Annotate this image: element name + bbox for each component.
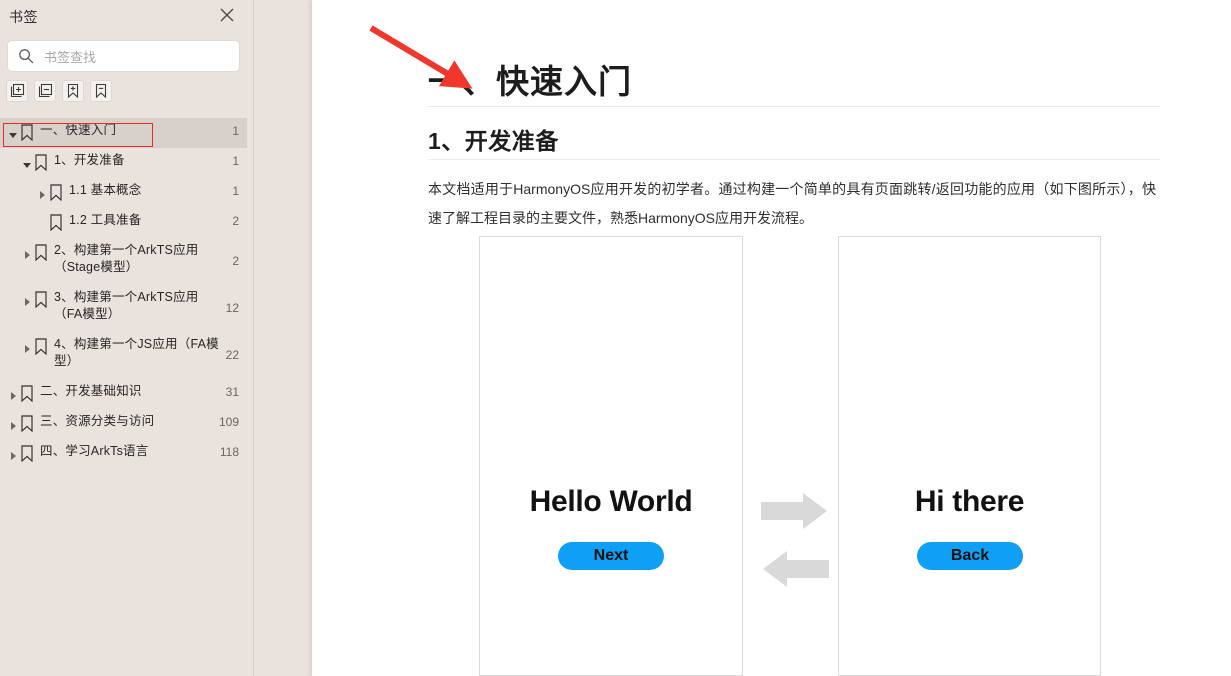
bookmark-tree-item[interactable]: 三、资源分类与访问 109: [0, 409, 247, 439]
heading1-rule: [428, 106, 1160, 107]
heading2-rule: [428, 159, 1160, 160]
panel-title: 书签: [9, 9, 38, 25]
next-button[interactable]: Next: [558, 542, 664, 570]
chevron-right-icon[interactable]: [22, 341, 32, 353]
bookmark-page-number: 2: [232, 214, 239, 228]
bookmark-page-number: 1: [232, 124, 239, 138]
figure-transition-arrows: [755, 488, 835, 598]
bookmark-icon: [20, 385, 34, 403]
bookmark-tree-item[interactable]: 3、构建第一个ArkTS应用（FA模型） 12: [0, 285, 247, 332]
bookmark-item-label: 1.1 基本概念: [69, 183, 142, 197]
chevron-right-icon[interactable]: [8, 388, 18, 400]
bookmark-item-label: 一、快速入门: [40, 123, 117, 137]
bookmark-tree-item[interactable]: 4、构建第一个JS应用（FA模型） 22: [0, 332, 247, 379]
bookmark-page-number: 1: [232, 154, 239, 168]
bookmark-tree-item[interactable]: 一、快速入门 1: [0, 118, 247, 148]
bookmark-tree-item[interactable]: 1.2 工具准备 2: [0, 208, 247, 238]
bookmark-toolbar: [6, 80, 246, 104]
bookmark-icon: [34, 338, 48, 356]
right-screen-text: Hi there: [914, 485, 1025, 518]
chevron-right-icon[interactable]: [37, 187, 47, 199]
bookmark-icon: [20, 445, 34, 463]
chevron-right-icon[interactable]: [22, 294, 32, 306]
chevron-right-icon[interactable]: [22, 247, 32, 259]
bookmark-icon: [34, 244, 48, 262]
bookmark-icon: [20, 415, 34, 433]
section-heading: 1、开发准备: [428, 128, 559, 154]
bookmark-icon: [34, 154, 48, 172]
bookmark-page-number: 22: [225, 348, 239, 362]
back-button[interactable]: Back: [917, 542, 1023, 570]
bookmark-tree-item[interactable]: 1、开发准备 1: [0, 148, 247, 178]
bookmark-icon: [34, 291, 48, 309]
body-paragraph: 本文档适用于HarmonyOS应用开发的初学者。通过构建一个简单的具有页面跳转/…: [428, 181, 1156, 226]
search-input[interactable]: [42, 41, 236, 73]
page-title: 一、快速入门: [428, 63, 632, 100]
bookmark-page-number: 2: [232, 254, 239, 268]
chevron-right-icon[interactable]: [8, 418, 18, 430]
bookmark-icon: [49, 214, 63, 232]
panel-gutter: [254, 0, 312, 676]
bookmark-tree-item[interactable]: 四、学习ArkTs语言 118: [0, 439, 247, 469]
bookmark-item-label: 1、开发准备: [54, 153, 125, 167]
panel-header: 书签: [0, 0, 253, 34]
bookmark-item-label: 三、资源分类与访问: [40, 414, 155, 428]
bookmark-item-label: 2、构建第一个ArkTS应用（Stage模型）: [54, 243, 199, 274]
bookmark-tree-item[interactable]: 2、构建第一个ArkTS应用（Stage模型） 2: [0, 238, 247, 285]
bookmark-item-label: 二、开发基础知识: [40, 384, 142, 398]
figure-screen-right: Hi there Back: [838, 236, 1101, 676]
expand-all-button[interactable]: [6, 80, 28, 102]
figure-screen-left: Hello World Next: [479, 236, 743, 676]
left-screen-text: Hello World: [529, 485, 693, 518]
bookmark-page-number: 118: [219, 445, 239, 459]
bookmark-tree-item[interactable]: 1.1 基本概念 1: [0, 178, 247, 208]
bookmark-page-number: 12: [225, 301, 239, 315]
close-icon[interactable]: [217, 5, 237, 25]
bookmark-page-number: 31: [225, 385, 239, 399]
bookmark-page-number: 109: [218, 415, 239, 429]
chevron-down-icon[interactable]: [22, 157, 32, 168]
collapse-all-button[interactable]: [34, 80, 56, 102]
document-page: 一、快速入门 1、开发准备 本文档适用于HarmonyOS应用开发的初学者。通过…: [312, 0, 1231, 676]
remove-bookmark-button[interactable]: [90, 80, 112, 102]
search-icon: [18, 48, 34, 64]
bookmark-item-label: 4、构建第一个JS应用（FA模型）: [54, 337, 219, 368]
bookmark-item-label: 1.2 工具准备: [69, 213, 142, 227]
bookmark-icon: [49, 184, 63, 202]
bookmarks-panel: 书签 书签查找 一、快速入门 1 1、开发准备 1 1.1 基本概念 1 1.2…: [0, 0, 253, 676]
bookmark-tree-item[interactable]: 二、开发基础知识 31: [0, 379, 247, 409]
bookmark-tree: 一、快速入门 1 1、开发准备 1 1.1 基本概念 1 1.2 工具准备 2 2、构建第一个A…: [0, 118, 253, 676]
add-bookmark-button[interactable]: [62, 80, 84, 102]
bookmark-search-box[interactable]: [7, 40, 240, 73]
bookmark-page-number: 1: [232, 184, 239, 198]
chevron-right-icon[interactable]: [8, 448, 18, 460]
bookmark-item-label: 四、学习ArkTs语言: [40, 444, 149, 458]
bookmark-icon: [20, 124, 34, 142]
bookmark-item-label: 3、构建第一个ArkTS应用（FA模型）: [54, 290, 199, 321]
chevron-down-icon[interactable]: [8, 127, 18, 138]
